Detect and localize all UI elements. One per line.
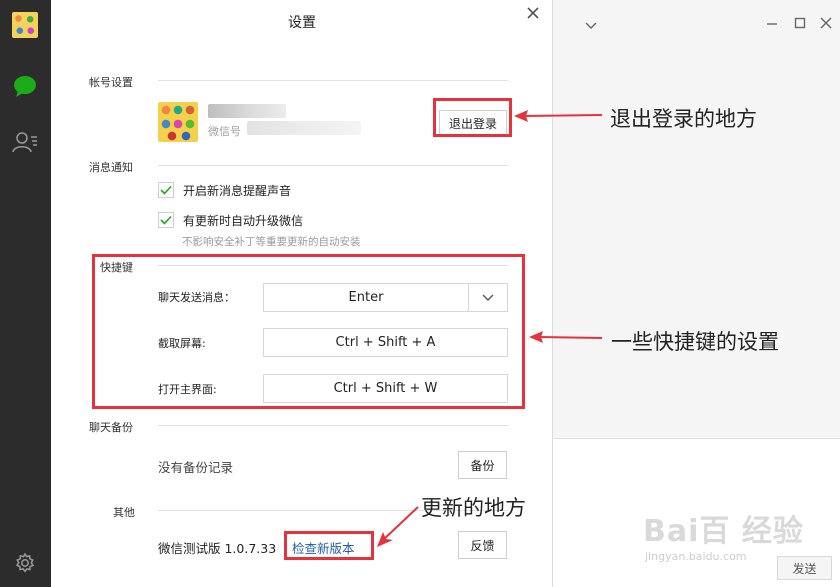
annotation-update: 更新的地方	[421, 496, 526, 520]
checkbox-checked[interactable]	[158, 212, 174, 228]
avatar	[158, 102, 198, 142]
sound-alert-option[interactable]: 开启新消息提醒声音	[158, 181, 291, 199]
send-button[interactable]: 发送	[777, 556, 832, 580]
watermark: Bai百 经验	[643, 514, 804, 549]
backup-status: 没有备份记录	[158, 460, 234, 475]
other-section-label: 其他	[113, 506, 135, 519]
wechat-id-blurred	[247, 121, 361, 135]
chevron-down-icon[interactable]	[584, 17, 598, 31]
dialog-title: 设置	[288, 15, 316, 31]
account-section-label: 帐号设置	[89, 76, 133, 89]
divider	[158, 165, 508, 166]
wechat-id-label: 微信号	[208, 125, 241, 138]
auto-update-option[interactable]: 有更新时自动升级微信	[158, 211, 303, 229]
backup-button[interactable]: 备份	[458, 451, 507, 479]
divider	[158, 425, 508, 426]
contacts-icon[interactable]	[11, 128, 39, 156]
watermark-url: jingyan.baidu.com	[645, 550, 747, 563]
option-label: 开启新消息提醒声音	[183, 183, 292, 198]
version-text: 微信测试版 1.0.7.33	[158, 541, 277, 556]
account-nickname-blurred	[208, 104, 286, 118]
minimize-icon[interactable]	[765, 15, 779, 29]
annotation-box-update	[284, 531, 374, 560]
chat-pane: Bai百 经验 jingyan.baidu.com 发送	[553, 0, 840, 587]
backup-section-label: 聊天备份	[89, 421, 133, 434]
feedback-button[interactable]: 反馈	[458, 531, 507, 559]
sidebar	[0, 0, 51, 587]
wechat-window: 设置 帐号设置 微信号 退出登录 消息通知 开启新消息提醒声音 有更新时自动升级…	[0, 0, 840, 587]
annotation-shortcuts: 一些快捷键的设置	[611, 330, 779, 354]
close-icon[interactable]	[525, 5, 541, 21]
option-label: 有更新时自动升级微信	[183, 213, 304, 228]
auto-update-hint: 不影响安全补丁等重要更新的自动安装	[182, 236, 361, 248]
annotation-box-logout	[433, 98, 512, 137]
maximize-icon[interactable]	[793, 15, 807, 29]
close-icon[interactable]	[819, 15, 833, 29]
chat-bubble-icon[interactable]	[11, 72, 39, 100]
annotation-logout: 退出登录的地方	[610, 107, 757, 131]
notifications-section-label: 消息通知	[89, 161, 133, 174]
gear-icon[interactable]	[11, 549, 39, 577]
divider	[158, 80, 508, 81]
checkbox-checked[interactable]	[158, 182, 174, 198]
annotation-box-shortcuts	[92, 254, 525, 409]
sidebar-avatar[interactable]	[12, 12, 38, 38]
